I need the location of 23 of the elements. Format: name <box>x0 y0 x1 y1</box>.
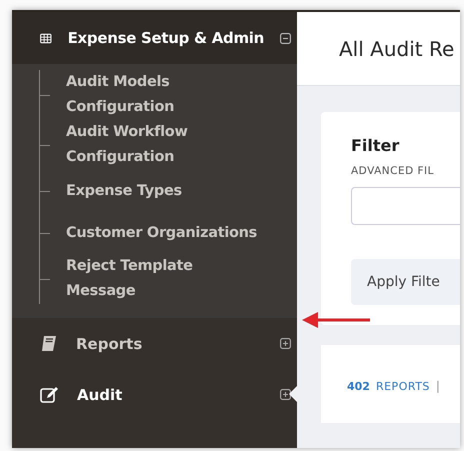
submenu-link[interactable]: Audit Workflow Configuration <box>66 120 266 170</box>
annotation-arrow <box>302 312 370 328</box>
filter-input[interactable] <box>351 187 460 225</box>
submenu-link[interactable]: Audit Models Configuration <box>66 70 266 120</box>
filter-title: Filter <box>351 136 400 155</box>
submenu-link[interactable]: Reject Template Message <box>66 254 266 304</box>
nav-link[interactable]: Reports <box>76 334 262 352</box>
separator: | <box>436 379 440 393</box>
filter-label: ADVANCED FIL <box>351 165 436 177</box>
page-title: All Audit Re <box>339 36 454 60</box>
submenu-link[interactable]: Customer Organizations <box>66 220 258 246</box>
expand-icon[interactable] <box>280 338 291 349</box>
apply-filter-button[interactable]: Apply Filte <box>351 259 460 305</box>
reports-label: REPORTS <box>376 380 430 392</box>
submenu-link[interactable]: Expense Types <box>66 178 182 204</box>
collapse-icon[interactable] <box>280 32 291 44</box>
report-count: 402 <box>347 380 370 392</box>
nav-link[interactable]: Audit <box>77 386 262 404</box>
section-header[interactable]: Expense Setup & Admin <box>12 12 297 64</box>
section-title: Expense Setup & Admin <box>68 29 264 47</box>
book-icon <box>40 334 58 352</box>
expand-icon[interactable] <box>280 389 291 400</box>
edit-icon <box>40 386 59 404</box>
